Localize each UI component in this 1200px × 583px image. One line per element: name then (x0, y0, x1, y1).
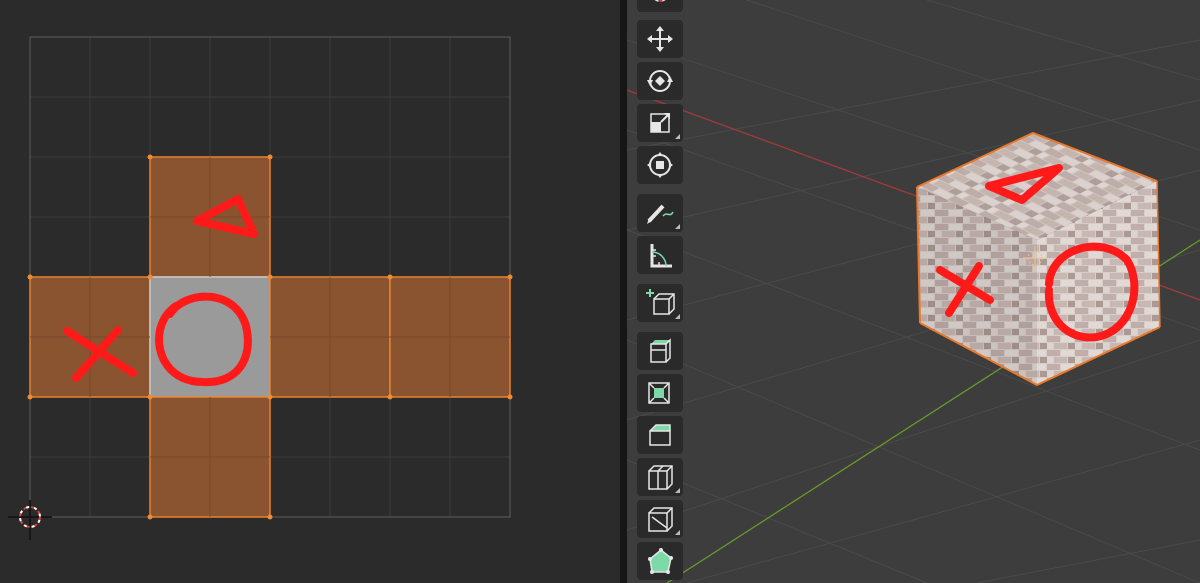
move-tool[interactable] (637, 20, 683, 58)
ruler-icon (650, 244, 672, 268)
inset-icon (648, 382, 670, 404)
3d-viewport[interactable] (627, 0, 1200, 583)
add-cube-tool[interactable] (637, 284, 683, 322)
knife-tool[interactable] (637, 500, 683, 538)
transform-tool[interactable] (637, 146, 683, 184)
uv-canvas[interactable] (0, 0, 620, 583)
extrude-icon (650, 338, 671, 363)
extrude-tool[interactable] (637, 332, 683, 370)
transform-icon (647, 152, 673, 178)
cursor-tool[interactable] (637, 0, 683, 12)
2d-cursor-icon[interactable] (8, 500, 52, 540)
viewport-canvas[interactable] (627, 0, 1200, 583)
annotate-tool[interactable] (637, 194, 683, 232)
poly-build-icon (648, 548, 673, 574)
brick-cube[interactable] (916, 131, 1161, 387)
tool-shelf (635, 0, 685, 583)
rotate-tool[interactable] (637, 62, 683, 100)
inset-tool[interactable] (637, 374, 683, 412)
rotate-icon (647, 70, 673, 92)
bevel-tool[interactable] (637, 416, 683, 454)
scale-tool[interactable] (637, 104, 683, 142)
area-divider[interactable] (620, 0, 627, 583)
move-icon (647, 26, 673, 52)
bevel-icon (649, 424, 671, 446)
poly-build-tool[interactable] (637, 542, 683, 580)
measure-tool[interactable] (637, 236, 683, 274)
uv-editor-panel[interactable] (0, 0, 620, 583)
cursor-icon (654, 0, 666, 2)
loop-cut-tool[interactable] (637, 458, 683, 496)
